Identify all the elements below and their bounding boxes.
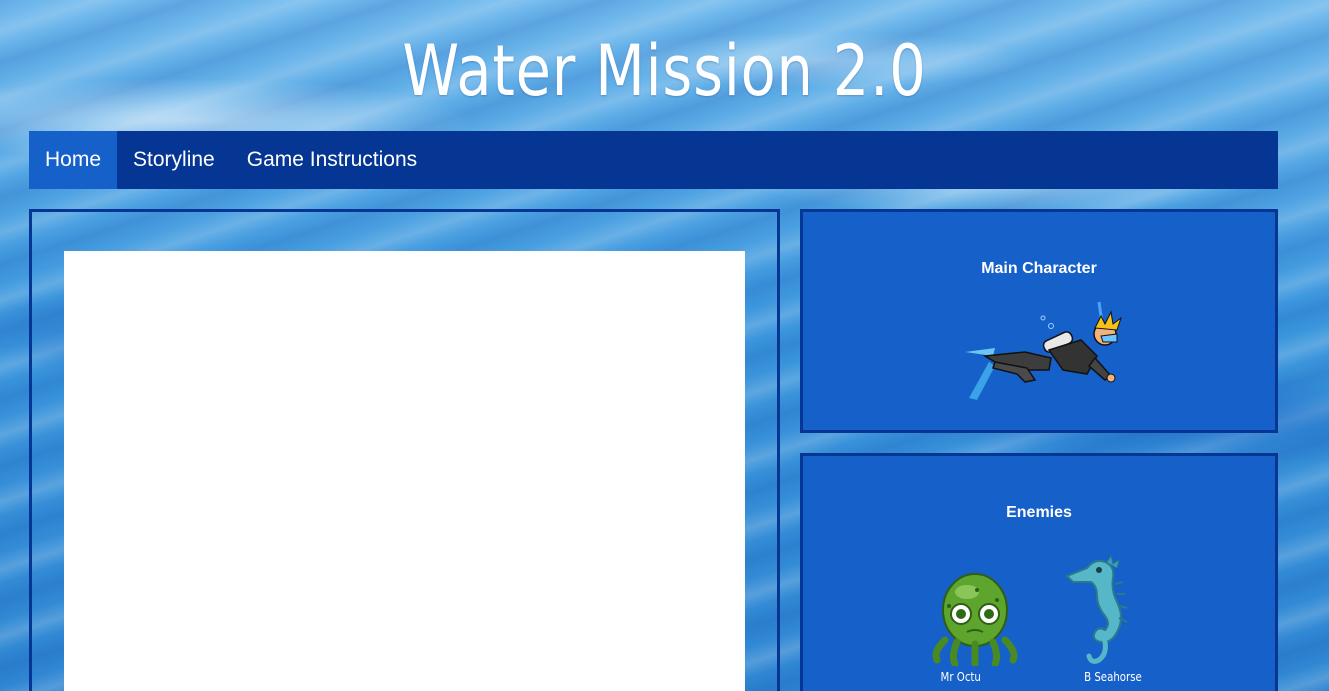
nav-item-game-instructions[interactable]: Game Instructions (231, 131, 433, 189)
enemy-label-b-seahorse: B Seahorse (1084, 670, 1142, 684)
seahorse-icon (1065, 554, 1128, 664)
enemies-title: Enemies (1006, 504, 1072, 521)
enemy-label-mr-octu: Mr Octu (940, 670, 981, 684)
nav-item-home[interactable]: Home (29, 131, 118, 189)
enemies-panel: Enemies Mr Octu B Seahorse (800, 453, 1278, 691)
nav-bar: Home Storyline Game Instructions (29, 131, 1278, 189)
scuba-diver-icon (965, 301, 1122, 400)
game-panel (29, 209, 780, 691)
main-character-panel: Main Character (800, 209, 1278, 433)
main-character-title: Main Character (981, 260, 1097, 277)
nav-item-storyline[interactable]: Storyline (117, 131, 231, 189)
octopus-icon (932, 573, 1018, 666)
page-title: Water Mission 2.0 (402, 30, 927, 112)
game-canvas[interactable] (64, 251, 745, 691)
